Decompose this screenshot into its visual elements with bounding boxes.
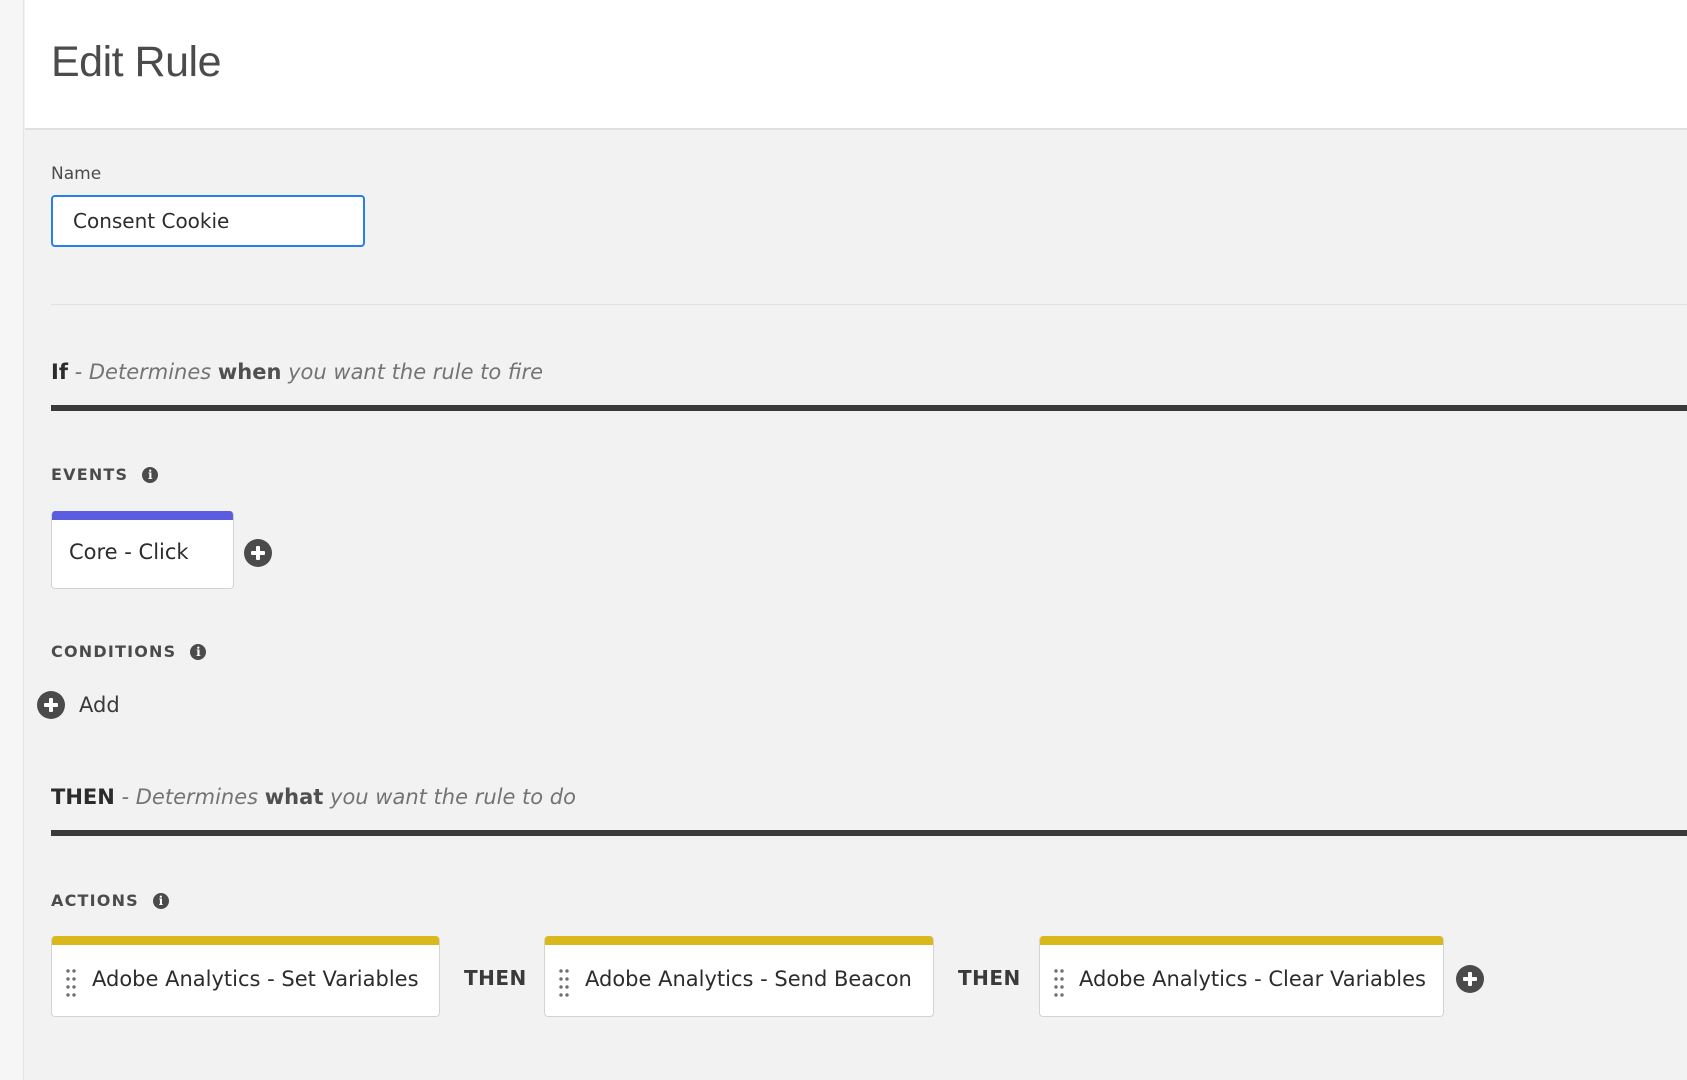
plus-circle-icon xyxy=(37,691,65,719)
name-field-label: Name xyxy=(51,164,102,184)
then-desc-prefix: - Determines xyxy=(114,785,265,809)
rule-name-input[interactable] xyxy=(51,195,365,247)
conditions-label: CONDITIONS i xyxy=(51,642,207,661)
info-icon[interactable]: i xyxy=(142,466,159,483)
drag-handle-icon[interactable] xyxy=(1054,968,1064,998)
action-card-clear-variables[interactable]: Adobe Analytics - Clear Variables xyxy=(1039,936,1444,1017)
event-card-label: Core - Click xyxy=(69,540,189,564)
action-card-label: Adobe Analytics - Set Variables xyxy=(92,967,419,991)
then-section-rule xyxy=(51,830,1687,836)
if-section-heading: If - Determines when you want the rule t… xyxy=(51,360,543,384)
then-connector: THEN xyxy=(464,966,527,990)
then-desc-bold: what xyxy=(264,785,324,809)
event-card[interactable]: Core - Click xyxy=(51,511,234,589)
then-connector: THEN xyxy=(958,966,1021,990)
page-header: Edit Rule xyxy=(25,0,1687,130)
events-label-text: EVENTS xyxy=(51,465,129,484)
actions-label-text: ACTIONS xyxy=(51,891,139,910)
conditions-label-text: CONDITIONS xyxy=(51,642,177,661)
action-card-set-variables[interactable]: Adobe Analytics - Set Variables xyxy=(51,936,440,1017)
info-icon[interactable]: i xyxy=(190,643,207,660)
add-action-plus-icon[interactable] xyxy=(1456,965,1484,993)
action-card-accent-bar xyxy=(545,936,933,945)
then-section-heading: THEN - Determines what you want the rule… xyxy=(51,785,576,809)
action-card-accent-bar xyxy=(52,936,439,945)
left-rail xyxy=(0,0,24,1080)
event-card-accent-bar xyxy=(52,511,233,520)
if-description: - Determines when you want the rule to f… xyxy=(68,360,543,384)
action-card-accent-bar xyxy=(1040,936,1443,945)
actions-label: ACTIONS i xyxy=(51,891,169,910)
divider xyxy=(51,304,1687,305)
action-card-label: Adobe Analytics - Send Beacon xyxy=(585,967,912,991)
then-desc-suffix: you want the rule to do xyxy=(323,785,576,809)
if-desc-suffix: you want the rule to fire xyxy=(281,360,544,384)
add-condition-button[interactable]: Add xyxy=(37,691,120,719)
if-keyword: If xyxy=(51,360,68,384)
add-event-plus-icon[interactable] xyxy=(244,539,272,567)
action-card-label: Adobe Analytics - Clear Variables xyxy=(1079,967,1426,991)
if-desc-prefix: - Determines xyxy=(67,360,218,384)
then-keyword: THEN xyxy=(51,785,115,809)
drag-handle-icon[interactable] xyxy=(66,968,76,998)
drag-handle-icon[interactable] xyxy=(559,968,569,998)
page-title: Edit Rule xyxy=(51,38,221,86)
events-label: EVENTS i xyxy=(51,465,159,484)
then-description: - Determines what you want the rule to d… xyxy=(114,785,577,809)
info-icon[interactable]: i xyxy=(152,892,169,909)
action-card-send-beacon[interactable]: Adobe Analytics - Send Beacon xyxy=(544,936,934,1017)
add-condition-label: Add xyxy=(79,693,120,717)
if-section-rule xyxy=(51,405,1687,411)
if-desc-bold: when xyxy=(217,360,282,384)
